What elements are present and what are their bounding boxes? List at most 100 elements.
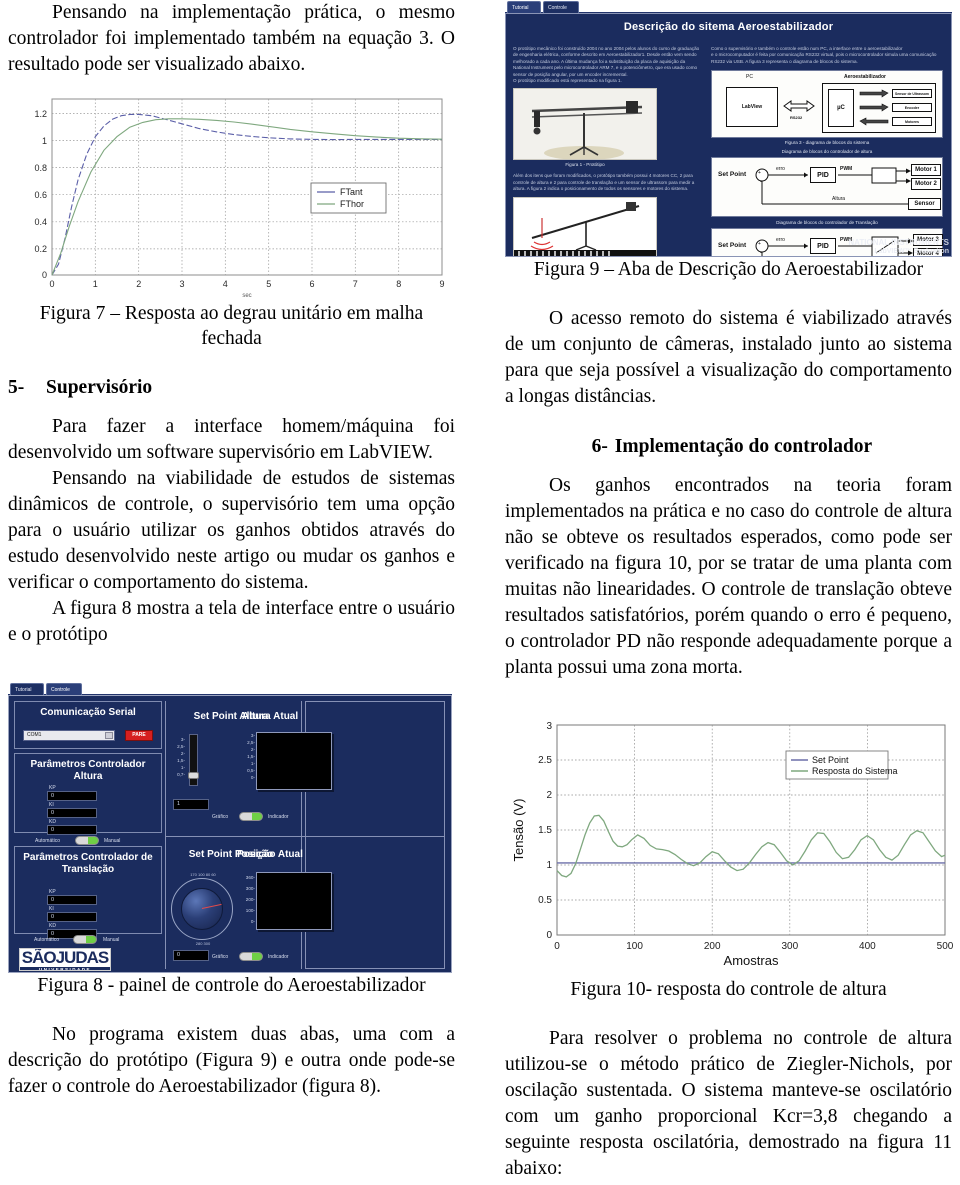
posicao-graph-toggle[interactable] — [239, 952, 263, 961]
setpoint-altura-slider-knob[interactable] — [188, 772, 199, 779]
svg-text:0: 0 — [42, 270, 47, 280]
figure-7-caption: Figura 7 – Resposta ao degrau unitário e… — [39, 303, 424, 349]
svg-text:Set Point: Set Point — [812, 755, 849, 765]
diagram-device-label: Aeroestabilizador — [844, 74, 886, 81]
figure-7-step-response-chart: 0 0.2 0.4 0.6 0.8 1 1.2 0 1 2 3 4 5 6 7 … — [8, 91, 455, 301]
altura-sensor-box: Sensor — [908, 198, 941, 211]
altura-graph-toggle-left-label: Gráfico — [212, 814, 229, 820]
altura-motor-2: Motor 2 — [911, 178, 941, 191]
setpoint-posicao-value[interactable]: 0 — [173, 950, 209, 961]
figure-9-right-text: Como o supervisório e também o controle … — [711, 46, 937, 64]
altura-graph-toggle-right-label: Indicador — [268, 814, 289, 820]
altura-pid-box: PID — [810, 167, 836, 184]
altura-atual-graph — [256, 732, 332, 790]
svg-text:0.2: 0.2 — [34, 244, 47, 254]
figure-10-svg: 0 0.5 1 1.5 2 2.5 3 0 100 200 300 400 50… — [511, 721, 954, 968]
right-paragraph-2: Os ganhos encontrados na teoria foram im… — [505, 475, 952, 678]
tab-tutorial-active[interactable]: Tutorial — [507, 1, 541, 13]
setpoint-altura-value[interactable]: 1 — [173, 799, 209, 810]
altura-group-title: Parâmetros Controlador Altura — [30, 759, 146, 782]
translacao-motor-3: Motor 3 — [913, 234, 943, 247]
svg-text:3: 3 — [179, 279, 184, 289]
serial-group-title: Comunicação Serial — [40, 707, 136, 718]
posicao-graph-toggle-right-label: Indicador — [268, 954, 289, 960]
posicao-atual-graph — [256, 872, 332, 930]
dial-tick-labels: 170 100 80 60 — [190, 872, 216, 877]
svg-text:9: 9 — [439, 279, 444, 289]
prototype-photo-2 — [513, 196, 657, 256]
translacao-kp-input[interactable]: 0 — [47, 895, 97, 905]
svg-text:0: 0 — [546, 930, 552, 941]
setpoint-altura-ticks: 3- 2,5- 2- 1,5- 1- 0,7- — [177, 737, 185, 777]
altura-feedback-label: Altura — [832, 196, 846, 203]
diagram-bus-label: RS232 — [790, 115, 803, 121]
posicao-atual-ticks: 360- 300- 200- 100- 0- — [245, 875, 255, 924]
serial-port-select[interactable]: COM1 — [23, 730, 115, 741]
prototype-photo-1-svg — [514, 89, 656, 160]
figure-9-right-column: Como o supervisório e também o controle … — [711, 46, 947, 256]
figure-10-ylabel: Tensão (V) — [511, 799, 526, 862]
section-6-heading: 6- Implementação do controlador — [505, 434, 952, 460]
translacao-pwm-label: PWM — [840, 237, 853, 244]
altura-kp-input[interactable]: 0 — [47, 791, 97, 801]
altura-graph-toggle[interactable] — [239, 812, 263, 821]
document-page: Pensando na implementação prática, o mes… — [0, 0, 960, 1185]
posicao-atual-title: Posição Atual — [237, 849, 303, 860]
tab-controle[interactable]: Controle — [46, 683, 82, 695]
chevron-down-icon[interactable] — [105, 732, 113, 739]
altura-params-group: Parâmetros Controlador Altura KP 0 KI 0 … — [14, 753, 162, 835]
altura-error-label: erro — [776, 166, 785, 173]
svg-text:200: 200 — [704, 941, 721, 952]
logo-subtitle: UNIVERSIDADE — [20, 967, 110, 970]
svg-text:100: 100 — [626, 941, 643, 952]
right-paragraph-1: O acesso remoto do sistema é viabilizado… — [505, 308, 952, 407]
right-column: Tutorial Controle Descrição do sitema Ae… — [505, 0, 960, 1182]
system-block-diagram: PC Aeroestabilizador LabVIew RS232 µC Se… — [711, 70, 943, 139]
diagram-labview-box: LabVIew — [726, 87, 778, 128]
svg-text:8: 8 — [396, 279, 401, 289]
svg-text:0.6: 0.6 — [34, 190, 47, 200]
svg-text:0.8: 0.8 — [34, 163, 47, 173]
translacao-motor-4: Motor 4 — [913, 248, 943, 256]
diagram-mcu-box: µC — [828, 89, 854, 128]
translacao-error-label: erro — [776, 237, 785, 244]
altura-motor-1: Motor 1 — [911, 164, 941, 177]
svg-text:1.2: 1.2 — [34, 109, 47, 119]
stop-button[interactable]: PARE — [125, 730, 153, 741]
figure-9-title: Descrição do sitema Aeroestabilizador — [623, 21, 834, 33]
altura-mode-auto-label: Automático — [35, 838, 61, 844]
peripheral-arrows-icon — [859, 89, 889, 126]
serial-port-value: COM1 — [27, 732, 42, 738]
altura-mode-toggle[interactable] — [75, 836, 99, 845]
altura-ki-input[interactable]: 0 — [47, 808, 97, 818]
translacao-mode-toggle[interactable] — [73, 935, 97, 944]
translacao-params-group: Parâmetros Controlador de Translação KP … — [14, 846, 162, 939]
svg-text:0: 0 — [554, 941, 560, 952]
figure-9-labview-tutorial-tab[interactable]: Tutorial Controle Descrição do sitema Ae… — [505, 0, 952, 257]
left-paragraph-4: No programa existem duas abas, uma com a… — [8, 1024, 455, 1097]
figure-9-tab-bar[interactable]: Tutorial Controle — [505, 0, 952, 13]
left-paragraph-2: Pensando na viabilidade de estudos de si… — [8, 468, 455, 593]
svg-text:FThor: FThor — [340, 199, 364, 209]
altura-kd-input[interactable]: 0 — [47, 825, 97, 835]
figure-8-labview-control-panel[interactable]: Tutorial Controle Comunicação Serial COM… — [8, 682, 455, 973]
left-paragraph-1: Para fazer a interface homem/máquina foi… — [8, 416, 455, 463]
tab-controle-inactive[interactable]: Controle — [543, 1, 579, 13]
svg-text:5: 5 — [266, 279, 271, 289]
tab-tutorial[interactable]: Tutorial — [10, 683, 44, 695]
svg-text:1: 1 — [546, 860, 552, 871]
figure-10-caption: Figura 10- resposta do controle de altur… — [570, 979, 887, 1000]
figure-8-tab-bar[interactable]: Tutorial Controle — [8, 682, 452, 695]
translacao-diagram-title: Diagrama de blocos do controlador de Tra… — [776, 220, 878, 226]
svg-text:6: 6 — [309, 279, 314, 289]
figure-10-legend: Set Point Resposta do Sistema — [785, 750, 898, 780]
translacao-group-title: Parâmetros Controlador de Translação — [23, 852, 153, 875]
svg-text:Resposta do Sistema: Resposta do Sistema — [812, 766, 898, 776]
svg-text:0.5: 0.5 — [538, 895, 552, 906]
section-5-heading: 5- Supervisório — [8, 375, 455, 401]
dial-tick-labels-bottom: 280 300 — [195, 941, 211, 946]
svg-text:500: 500 — [937, 941, 954, 952]
translacao-ki-input[interactable]: 0 — [47, 912, 97, 922]
figure-8-caption: Figura 8 - painel de controle do Aeroest… — [37, 975, 426, 996]
diagram-pc-label: PC — [746, 74, 753, 81]
